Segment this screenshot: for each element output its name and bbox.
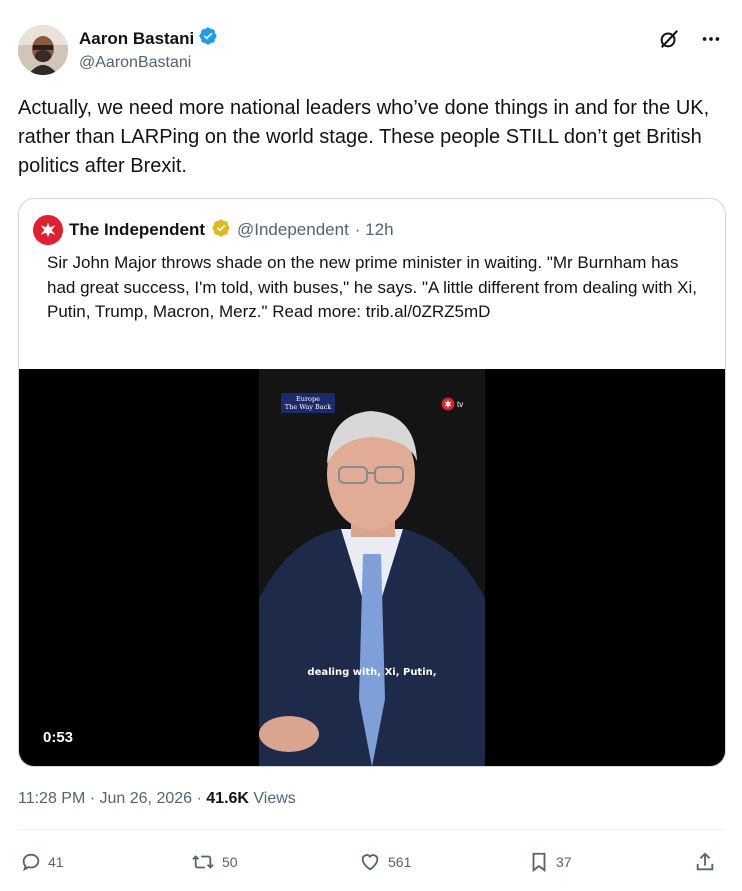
- video-player[interactable]: Europe The Way Back tv dealing with, Xi,…: [19, 369, 725, 766]
- more-options-icon[interactable]: [698, 26, 724, 52]
- tweet-header: Aaron Bastani @AaronBastani: [18, 22, 724, 75]
- repost-button[interactable]: 50: [190, 848, 238, 876]
- author-name[interactable]: Aaron Bastani: [79, 29, 194, 49]
- quoted-tweet[interactable]: The Independent @Independent · 12h Sir J…: [18, 198, 726, 767]
- video-duration: 0:53: [43, 729, 74, 746]
- quote-text: Sir John Major throws shade on the new p…: [47, 253, 697, 321]
- action-bar: 41 50 561 37: [18, 848, 724, 878]
- tv-label: tv: [457, 399, 464, 409]
- tweet-text: Actually, we need more national leaders …: [18, 97, 710, 177]
- repost-icon: [192, 855, 214, 869]
- author-handle[interactable]: @AaronBastani: [79, 54, 218, 72]
- independent-tv-logo-icon: [441, 397, 455, 411]
- quote-header: The Independent @Independent · 12h: [33, 215, 394, 245]
- quote-author-handle[interactable]: @Independent: [237, 220, 349, 240]
- verified-badge-icon: [198, 26, 218, 51]
- bookmark-count: 37: [556, 854, 572, 870]
- independent-logo-icon: [33, 215, 63, 245]
- grok-icon[interactable]: [656, 26, 682, 52]
- bookmark-icon: [532, 852, 546, 873]
- quote-time: · 12h: [354, 220, 394, 239]
- share-button[interactable]: [694, 848, 716, 876]
- reply-count: 41: [48, 854, 64, 870]
- divider: [18, 829, 724, 830]
- share-icon: [696, 852, 714, 871]
- tweet-timestamp[interactable]: 11:28 PM · Jun 26, 2026 ·: [18, 790, 206, 807]
- gold-verified-badge-icon: [211, 218, 231, 243]
- tweet-meta: 11:28 PM · Jun 26, 2026 · 41.6K Views: [18, 790, 296, 808]
- views-count: 41.6K: [206, 790, 249, 807]
- show-badge-line1: Europe: [296, 395, 320, 403]
- reply-button[interactable]: 41: [20, 848, 64, 876]
- like-button[interactable]: 561: [358, 848, 411, 876]
- video-caption: dealing with, Xi, Putin,: [307, 667, 437, 678]
- video-frame: Europe The Way Back tv dealing with, Xi,…: [259, 369, 485, 766]
- views-label: Views: [248, 790, 296, 807]
- heart-icon: [361, 854, 379, 871]
- reply-icon: [22, 853, 40, 872]
- show-badge: Europe The Way Back: [281, 393, 335, 413]
- repost-count: 50: [222, 854, 238, 870]
- speaker-image: [259, 369, 485, 766]
- show-badge-line2: The Way Back: [284, 403, 332, 411]
- like-count: 561: [388, 854, 412, 870]
- independent-tv-badge: tv: [441, 397, 463, 411]
- avatar[interactable]: [18, 25, 68, 75]
- quote-author-name[interactable]: The Independent: [69, 220, 205, 240]
- bookmark-button[interactable]: 37: [528, 848, 572, 876]
